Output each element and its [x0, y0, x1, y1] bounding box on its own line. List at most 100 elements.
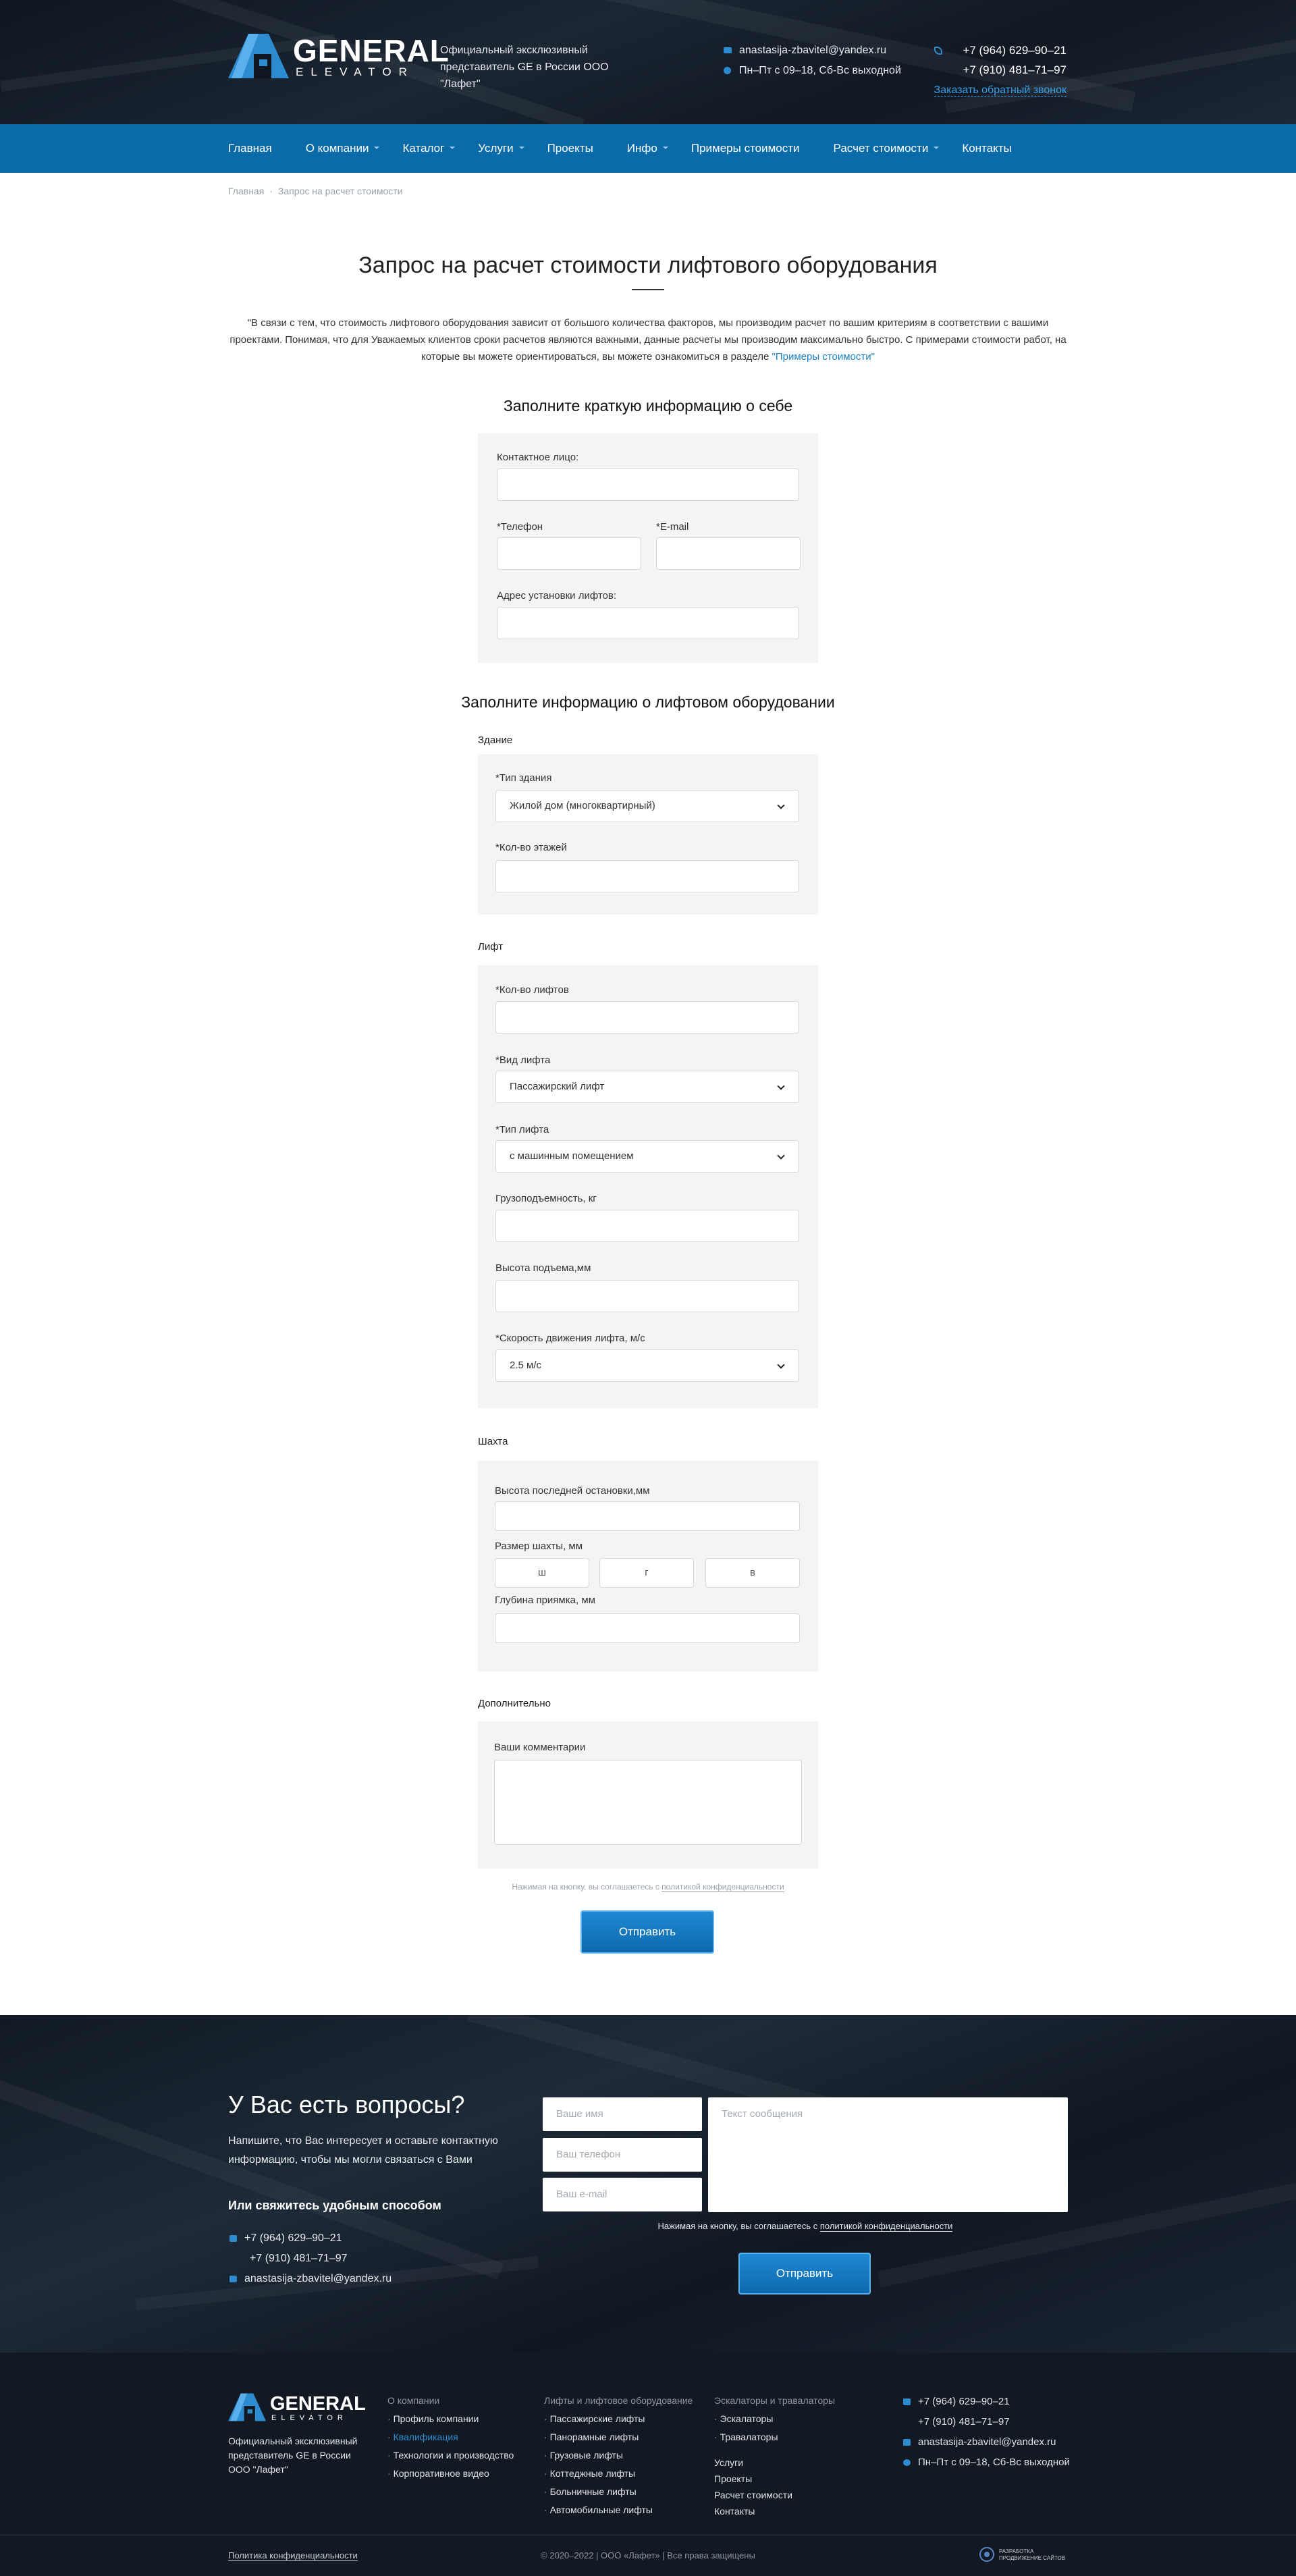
footer-link-services[interactable]: Услуги [714, 2454, 835, 2471]
clock-icon [724, 67, 731, 74]
developer-badge[interactable]: РАЗРАБОТКА ПРОДВИЖЕНИЕ САЙТОВ [979, 2545, 1068, 2564]
equipment-heading: Заполните информацию о лифтовом оборудов… [461, 693, 835, 711]
email-label: *E-mail [656, 521, 689, 533]
footer-link-contacts[interactable]: Контакты [714, 2503, 835, 2519]
speed-select[interactable]: 2.5 м/с [495, 1349, 799, 1382]
nav-cost-calculation[interactable]: Расчет стоимости [834, 124, 940, 173]
capacity-label: Грузоподъемность, кг [495, 1193, 597, 1204]
footer-phone-1[interactable]: +7 (964) 629–90–21 [903, 2392, 1070, 2412]
pit-depth-input[interactable] [495, 1613, 800, 1643]
contact-panel: Контактное лицо: *Телефон *E-mail Адрес … [478, 433, 818, 663]
shaft-height-input[interactable]: в [705, 1558, 800, 1588]
comment-textarea[interactable] [494, 1760, 802, 1845]
mail-icon [230, 2276, 237, 2282]
person-label: Контактное лицо: [497, 452, 579, 463]
phone-icon [230, 2235, 237, 2242]
main-nav: Главная О компании Каталог Услуги Проект… [0, 124, 1296, 173]
footer-col-company-head[interactable]: О компании [387, 2392, 514, 2410]
footer-link[interactable]: Панорамные лифты [544, 2428, 693, 2446]
name-input[interactable]: Ваше имя [543, 2097, 702, 2131]
nav-home[interactable]: Главная [228, 124, 272, 173]
person-input[interactable] [497, 468, 799, 501]
shaft-depth-input[interactable]: г [599, 1558, 694, 1588]
nav-catalog[interactable]: Каталог [402, 124, 456, 173]
floors-input[interactable] [495, 860, 799, 892]
questions-phone-2[interactable]: +7 (910) 481–71–97 [228, 2249, 392, 2269]
shaft-panel: Высота последней остановки,мм Размер шах… [478, 1461, 818, 1671]
footer-link[interactable]: Профиль компании [387, 2410, 514, 2428]
questions-privacy-link[interactable]: политикой конфиденциальности [819, 2221, 953, 2232]
building-type-select[interactable]: Жилой дом (многоквартирный) [495, 790, 799, 822]
footer-privacy-link[interactable]: Политика конфиденциальности [228, 2550, 358, 2561]
lift-panel: *Кол-во лифтов *Вид лифта Пассажирский л… [478, 965, 818, 1408]
lift-group-title: Лифт [478, 941, 504, 952]
nav-services[interactable]: Услуги [478, 124, 524, 173]
capacity-input[interactable] [495, 1210, 799, 1242]
footer-about: Официальный эксклюзивный представитель G… [228, 2436, 358, 2475]
message-textarea[interactable]: Текст сообщения [708, 2097, 1068, 2212]
footer-link[interactable]: Эскалаторы [714, 2410, 835, 2428]
extra-panel: Ваши комментарии [478, 1721, 818, 1869]
nav-projects[interactable]: Проекты [547, 124, 593, 173]
footer-link[interactable]: Корпоративное видео [387, 2465, 514, 2483]
footer-col-lifts-head[interactable]: Лифты и лифтовое оборудование [544, 2392, 693, 2410]
clock-icon [903, 2459, 911, 2466]
lift-count-label: *Кол-во лифтов [495, 984, 569, 996]
lift-type-select[interactable]: с машинным помещением [495, 1140, 799, 1173]
header-email[interactable]: anastasija-zbavitel@yandex.ru [722, 41, 901, 61]
footer-link[interactable]: Грузовые лифты [544, 2446, 693, 2465]
footer-link[interactable]: Автомобильные лифты [544, 2501, 693, 2519]
shaft-group-title: Шахта [478, 1436, 508, 1447]
footer-link[interactable]: Квалификация [387, 2428, 514, 2446]
building-type-label: *Тип здания [495, 772, 552, 784]
nav-info[interactable]: Инфо [627, 124, 668, 173]
breadcrumb-home[interactable]: Главная [228, 186, 264, 196]
logo-mark-icon [228, 2393, 266, 2421]
speed-label: *Скорость движения лифта, м/с [495, 1333, 645, 1344]
lift-kind-select[interactable]: Пассажирский лифт [495, 1071, 799, 1103]
phone-input[interactable] [497, 537, 641, 570]
footer-link-cost[interactable]: Расчет стоимости [714, 2487, 835, 2503]
comment-label: Ваши комментарии [494, 1742, 586, 1753]
header-phone-1[interactable]: +7 (964) 629–90–21 [934, 41, 1066, 60]
privacy-link[interactable]: политикой конфиденциальности [662, 1882, 784, 1892]
footer-col-escalators-head[interactable]: Эскалаторы и травалаторы [714, 2392, 835, 2410]
title-underline [632, 289, 664, 290]
nav-price-examples[interactable]: Примеры стоимости [691, 124, 800, 173]
footer-phone-2[interactable]: +7 (910) 481–71–97 [903, 2412, 1070, 2432]
email-input[interactable] [656, 537, 801, 570]
site-logo[interactable]: GENERAL ELEVATOR [228, 34, 449, 78]
questions-phone-1[interactable]: +7 (964) 629–90–21 [228, 2228, 392, 2249]
questions-submit-button[interactable]: Отправить [738, 2253, 871, 2295]
footer-link[interactable]: Технологии и производство [387, 2446, 514, 2465]
lift-height-input[interactable] [495, 1280, 799, 1312]
address-label: Адрес установки лифтов: [497, 590, 617, 601]
footer-logo[interactable]: GENERAL ELEVATOR [228, 2393, 366, 2423]
footer-link-projects[interactable]: Проекты [714, 2471, 835, 2487]
page-intro: "В связи с тем, что стоимость лифтового … [230, 317, 1066, 363]
shaft-size-label: Размер шахты, мм [495, 1540, 583, 1552]
header-phones: +7 (964) 629–90–21 +7 (910) 481–71–97 За… [934, 41, 1066, 100]
footer-link[interactable]: Травалаторы [714, 2428, 835, 2446]
footer-link[interactable]: Больничные лифты [544, 2483, 693, 2501]
lift-count-input[interactable] [495, 1001, 799, 1034]
last-stop-input[interactable] [495, 1501, 800, 1531]
footer-link[interactable]: Пассажирские лифты [544, 2410, 693, 2428]
questions-email[interactable]: anastasija-zbavitel@yandex.ru [228, 2269, 392, 2289]
logo-subtitle: ELEVATOR [296, 65, 414, 78]
footer-hours: Пн–Пт с 09–18, Сб-Вс выходной [903, 2452, 1070, 2473]
footer-email[interactable]: anastasija-zbavitel@yandex.ru [903, 2432, 1070, 2452]
floors-label: *Кол-во этажей [495, 842, 567, 853]
phone-input[interactable]: Ваш телефон [543, 2138, 702, 2172]
nav-contacts[interactable]: Контакты [962, 124, 1011, 173]
footer-link[interactable]: Коттеджные лифты [544, 2465, 693, 2483]
callback-link[interactable]: Заказать обратный звонок [934, 84, 1066, 97]
header-phone-2[interactable]: +7 (910) 481–71–97 [934, 60, 1066, 80]
email-input[interactable]: Ваш e-mail [543, 2178, 702, 2211]
price-examples-link[interactable]: "Примеры стоимости" [772, 351, 875, 363]
lift-type-label: *Тип лифта [495, 1124, 549, 1135]
shaft-width-input[interactable]: ш [495, 1558, 589, 1588]
submit-button[interactable]: Отправить [580, 1910, 714, 1954]
address-input[interactable] [497, 607, 799, 639]
nav-about[interactable]: О компании [306, 124, 380, 173]
